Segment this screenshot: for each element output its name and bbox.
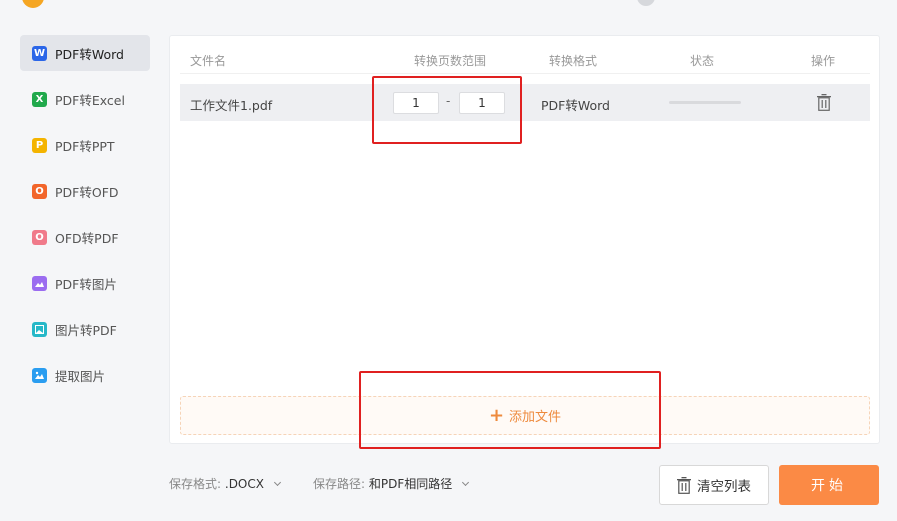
file-name: 工作文件1.pdf [190, 98, 273, 113]
clear-list-label: 清空列表 [697, 479, 751, 495]
sidebar-item-label: 图片转PDF [55, 322, 117, 338]
start-label: 开始 [811, 478, 847, 494]
plus-icon: + [488, 404, 505, 426]
clear-list-button[interactable]: 清空列表 [659, 465, 769, 505]
page-from-input[interactable]: 1 [393, 92, 439, 114]
header-status: 状态 [690, 54, 715, 68]
table-header: 文件名 转换页数范围 转换格式 状态 操作 [180, 44, 870, 74]
window-control[interactable] [637, 0, 655, 6]
save-path-value: 和PDF相同路径 [368, 477, 453, 491]
sidebar-item-pdf-to-word[interactable]: W PDF转Word [20, 35, 150, 71]
save-path-select[interactable]: 保存路径: 和PDF相同路径 [313, 475, 470, 492]
table-row[interactable]: 工作文件1.pdf 1 - 1 PDF转Word [180, 84, 870, 121]
sidebar-item-image-to-pdf[interactable]: 图片转PDF [20, 311, 150, 347]
add-file-label: 添加文件 [509, 410, 562, 425]
sidebar-item-label: OFD转PDF [55, 230, 119, 246]
extract-image-icon [32, 367, 47, 383]
trash-icon [677, 476, 691, 494]
sidebar: W PDF转Word X PDF转Excel P PDF转PPT O PDF转O… [20, 35, 150, 403]
sidebar-item-label: PDF转Word [55, 46, 124, 62]
sidebar-item-pdf-to-excel[interactable]: X PDF转Excel [20, 81, 150, 117]
pdf-to-image-icon [32, 275, 47, 291]
sidebar-item-pdf-to-ofd[interactable]: O PDF转OFD [20, 173, 150, 209]
save-format-select[interactable]: 保存格式: .DOCX [169, 475, 281, 492]
ofd-icon: O [32, 183, 47, 199]
header-format: 转换格式 [549, 54, 598, 68]
range-separator: - [446, 94, 451, 108]
sidebar-item-pdf-to-ppt[interactable]: P PDF转PPT [20, 127, 150, 163]
image-to-pdf-icon [32, 321, 47, 337]
chevron-down-icon [273, 478, 281, 487]
word-icon: W [32, 45, 47, 61]
ppt-icon: P [32, 137, 47, 153]
sidebar-item-label: PDF转OFD [55, 184, 119, 200]
sidebar-item-label: PDF转Excel [55, 92, 125, 108]
sidebar-item-label: PDF转PPT [55, 138, 115, 154]
save-format-label: 保存格式: [169, 477, 222, 491]
sidebar-item-extract-image[interactable]: 提取图片 [20, 357, 150, 393]
header-page-range: 转换页数范围 [414, 54, 487, 68]
sidebar-item-ofd-to-pdf[interactable]: O OFD转PDF [20, 219, 150, 255]
sidebar-item-pdf-to-image[interactable]: PDF转图片 [20, 265, 150, 301]
conversion-format: PDF转Word [541, 98, 610, 113]
excel-icon: X [32, 91, 47, 107]
sidebar-item-label: 提取图片 [55, 368, 106, 384]
sidebar-item-label: PDF转图片 [55, 276, 117, 292]
file-list-panel: 文件名 转换页数范围 转换格式 状态 操作 工作文件1.pdf 1 - 1 PD… [169, 35, 880, 444]
app-logo [22, 0, 44, 8]
trash-icon[interactable] [817, 94, 831, 111]
status-progress-bar [669, 101, 741, 104]
start-button[interactable]: 开始 [779, 465, 879, 505]
ofd-to-pdf-icon: O [32, 229, 47, 245]
header-filename: 文件名 [190, 54, 227, 68]
page-to-input[interactable]: 1 [459, 92, 505, 114]
save-format-value: .DOCX [224, 477, 264, 491]
chevron-down-icon [462, 478, 470, 487]
save-path-label: 保存路径: [313, 477, 366, 491]
add-file-button[interactable]: + 添加文件 [180, 396, 870, 435]
header-actions: 操作 [811, 54, 836, 68]
